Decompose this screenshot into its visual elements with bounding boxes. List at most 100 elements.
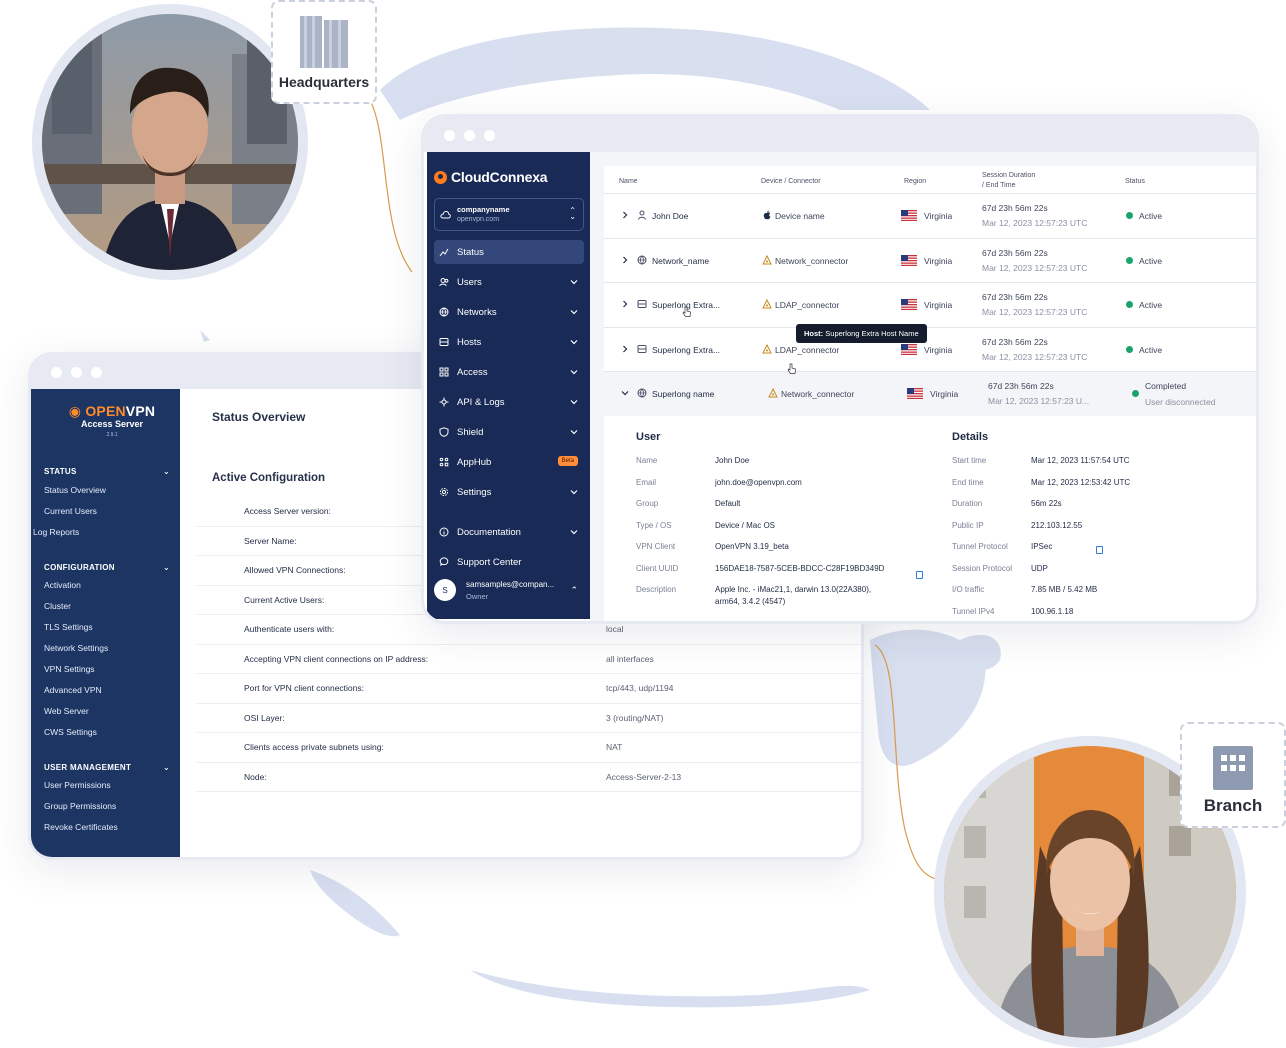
sidebar-item-access[interactable]: Access bbox=[434, 360, 584, 384]
headquarters-label: Headquarters bbox=[278, 74, 370, 90]
sidebar-item-documentation[interactable]: Documentation bbox=[434, 520, 584, 544]
chevron-down-icon[interactable] bbox=[570, 397, 578, 408]
sidebar-item-activation[interactable]: Activation bbox=[44, 580, 81, 590]
detail-value: OpenVPN 3.19_beta bbox=[715, 542, 789, 551]
globe-icon bbox=[439, 307, 449, 317]
window-dot[interactable] bbox=[71, 367, 82, 378]
host-tooltip: Host: Superlong Extra Host Name bbox=[796, 324, 927, 343]
table-row[interactable]: Superlong name Network_connector Virginia 6… bbox=[604, 371, 1256, 416]
detail-value: 7.85 MB / 5.42 MB bbox=[1031, 585, 1098, 594]
chevron-down-icon[interactable] bbox=[570, 427, 578, 438]
sidebar-section-user-management[interactable]: USER MANAGEMENT ⌄ bbox=[44, 763, 170, 772]
table-row[interactable]: Superlong Extra... LDAP_connector Virginia… bbox=[604, 282, 1256, 327]
row-duration: 67d 23h 56m 22s bbox=[982, 247, 1048, 258]
sidebar-item-cws-settings[interactable]: CWS Settings bbox=[44, 727, 97, 737]
sidebar-item-tls-settings[interactable]: TLS Settings bbox=[44, 622, 93, 632]
sidebar-item-networks[interactable]: Networks bbox=[434, 300, 584, 324]
row-name[interactable]: John Doe bbox=[652, 211, 688, 221]
apple-icon bbox=[762, 210, 772, 222]
detail-value: Mar 12, 2023 12:53:42 UTC bbox=[1031, 477, 1131, 487]
chevron-up-icon[interactable]: ⌃ bbox=[570, 585, 578, 596]
sidebar-item-apphub[interactable]: AppHub Beta bbox=[434, 450, 584, 474]
window-dot[interactable] bbox=[91, 367, 102, 378]
sidebar-item-revoke-certificates[interactable]: Revoke Certificates bbox=[44, 822, 118, 832]
sidebar-item-network-settings[interactable]: Network Settings bbox=[44, 643, 108, 653]
sidebar-item-hosts[interactable]: Hosts bbox=[434, 330, 584, 354]
copy-icon[interactable] bbox=[916, 570, 923, 579]
status-badge: Active bbox=[1139, 300, 1163, 310]
row-name[interactable]: Superlong Extra... bbox=[652, 345, 720, 355]
chevron-right-icon[interactable] bbox=[621, 256, 629, 266]
status-badge: Active bbox=[1139, 344, 1163, 355]
pointer-cursor-icon bbox=[787, 363, 796, 374]
users-icon bbox=[439, 277, 449, 287]
row-region: Virginia bbox=[924, 300, 953, 310]
sidebar-item-api-logs[interactable]: API & Logs bbox=[434, 390, 584, 414]
config-value: local bbox=[606, 624, 624, 635]
row-name[interactable]: Superlong name bbox=[652, 389, 714, 399]
org-name: companyname bbox=[457, 205, 510, 214]
chevron-down-icon[interactable] bbox=[570, 527, 578, 538]
col-header-region: Region bbox=[904, 178, 927, 185]
config-row: Clients access private subnets using: NAT bbox=[197, 733, 861, 763]
chevron-right-icon[interactable] bbox=[621, 211, 629, 221]
sidebar-item-vpn-settings[interactable]: VPN Settings bbox=[44, 664, 95, 674]
connector-icon bbox=[762, 343, 772, 356]
sidebar-section-status[interactable]: STATUS ⌄ bbox=[44, 467, 170, 476]
sidebar-item-current-users[interactable]: Current Users bbox=[44, 506, 97, 516]
sidebar-item-status[interactable]: Status bbox=[434, 240, 584, 264]
chevron-down-icon[interactable] bbox=[570, 307, 578, 318]
col-header-name: Name bbox=[619, 178, 638, 185]
sidebar-item-web-server[interactable]: Web Server bbox=[44, 706, 89, 716]
window-dot[interactable] bbox=[484, 130, 495, 141]
col-header-status: Status bbox=[1125, 178, 1145, 185]
sidebar-item-user-permissions[interactable]: User Permissions bbox=[44, 780, 111, 790]
cloudconnexa-titlebar bbox=[424, 117, 1256, 152]
row-region: Virginia bbox=[924, 211, 953, 221]
user-account-menu[interactable]: S samsamples@compan... Owner ⌃ bbox=[434, 576, 584, 606]
headquarters-building-icon bbox=[300, 16, 348, 68]
sidebar-item-label: AppHub bbox=[457, 456, 492, 468]
window-dot[interactable] bbox=[464, 130, 475, 141]
table-row[interactable]: Superlong Extra... LDAP_connector Virginia… bbox=[604, 326, 1256, 372]
chevron-down-icon[interactable] bbox=[621, 389, 629, 399]
table-row[interactable]: Network_name Network_connector Virginia 67d… bbox=[604, 237, 1256, 283]
copy-icon[interactable] bbox=[1096, 545, 1103, 554]
sidebar-item-cluster[interactable]: Cluster bbox=[44, 601, 71, 611]
chevron-down-icon[interactable]: ⌄ bbox=[163, 467, 170, 476]
chevron-right-icon[interactable] bbox=[621, 345, 629, 355]
access-server-sidebar: ◉ OPENVPN Access Server 2.9.1 STATUS ⌄ S… bbox=[31, 389, 180, 857]
sidebar-item-label: Status bbox=[457, 246, 484, 258]
detail-value: 156DAE18-7587-5CEB-BDCC-C28F19BD349D bbox=[715, 563, 885, 573]
config-value: Access-Server-2-13 bbox=[606, 771, 682, 782]
chevron-down-icon[interactable]: ⌄ bbox=[163, 763, 170, 772]
window-dot[interactable] bbox=[444, 130, 455, 141]
table-row[interactable]: John Doe Device name Virginia 67d 23h 56m 2… bbox=[604, 193, 1256, 238]
chevron-right-icon[interactable] bbox=[621, 300, 629, 310]
section-title: Active Configuration bbox=[212, 472, 326, 484]
logo-product: Access Server bbox=[80, 419, 144, 429]
row-name[interactable]: Network_name bbox=[652, 256, 709, 266]
sidebar-item-settings[interactable]: Settings bbox=[434, 480, 584, 504]
sidebar-item-support-center[interactable]: Support Center bbox=[434, 550, 584, 574]
cloudconnexa-logo: CloudConnexa bbox=[434, 169, 548, 185]
sidebar-section-configuration[interactable]: CONFIGURATION ⌄ bbox=[44, 563, 170, 572]
row-region: Virginia bbox=[924, 255, 953, 266]
chevron-down-icon[interactable] bbox=[570, 277, 578, 288]
sidebar-item-status-overview[interactable]: Status Overview bbox=[44, 485, 106, 495]
chevron-down-icon[interactable] bbox=[570, 487, 578, 498]
sidebar-item-group-permissions[interactable]: Group Permissions bbox=[44, 801, 116, 811]
beta-badge: Beta bbox=[557, 456, 578, 466]
sidebar-item-shield[interactable]: Shield bbox=[434, 420, 584, 444]
chart-icon bbox=[439, 247, 449, 257]
chevron-down-icon[interactable] bbox=[570, 337, 578, 348]
sidebar-item-users[interactable]: Users bbox=[434, 270, 584, 294]
window-dot[interactable] bbox=[51, 367, 62, 378]
org-switcher[interactable]: companyname openvpn.com ⌃ ⌄ bbox=[434, 198, 584, 231]
sidebar-item-advanced-vpn[interactable]: Advanced VPN bbox=[44, 685, 102, 695]
chevron-down-icon[interactable]: ⌄ bbox=[163, 563, 170, 572]
chevron-down-icon[interactable] bbox=[570, 367, 578, 378]
detail-value: IPSec bbox=[1031, 542, 1053, 551]
sidebar-item-log-reports[interactable]: Log Reports bbox=[33, 527, 79, 537]
row-region: Virginia bbox=[924, 344, 953, 355]
